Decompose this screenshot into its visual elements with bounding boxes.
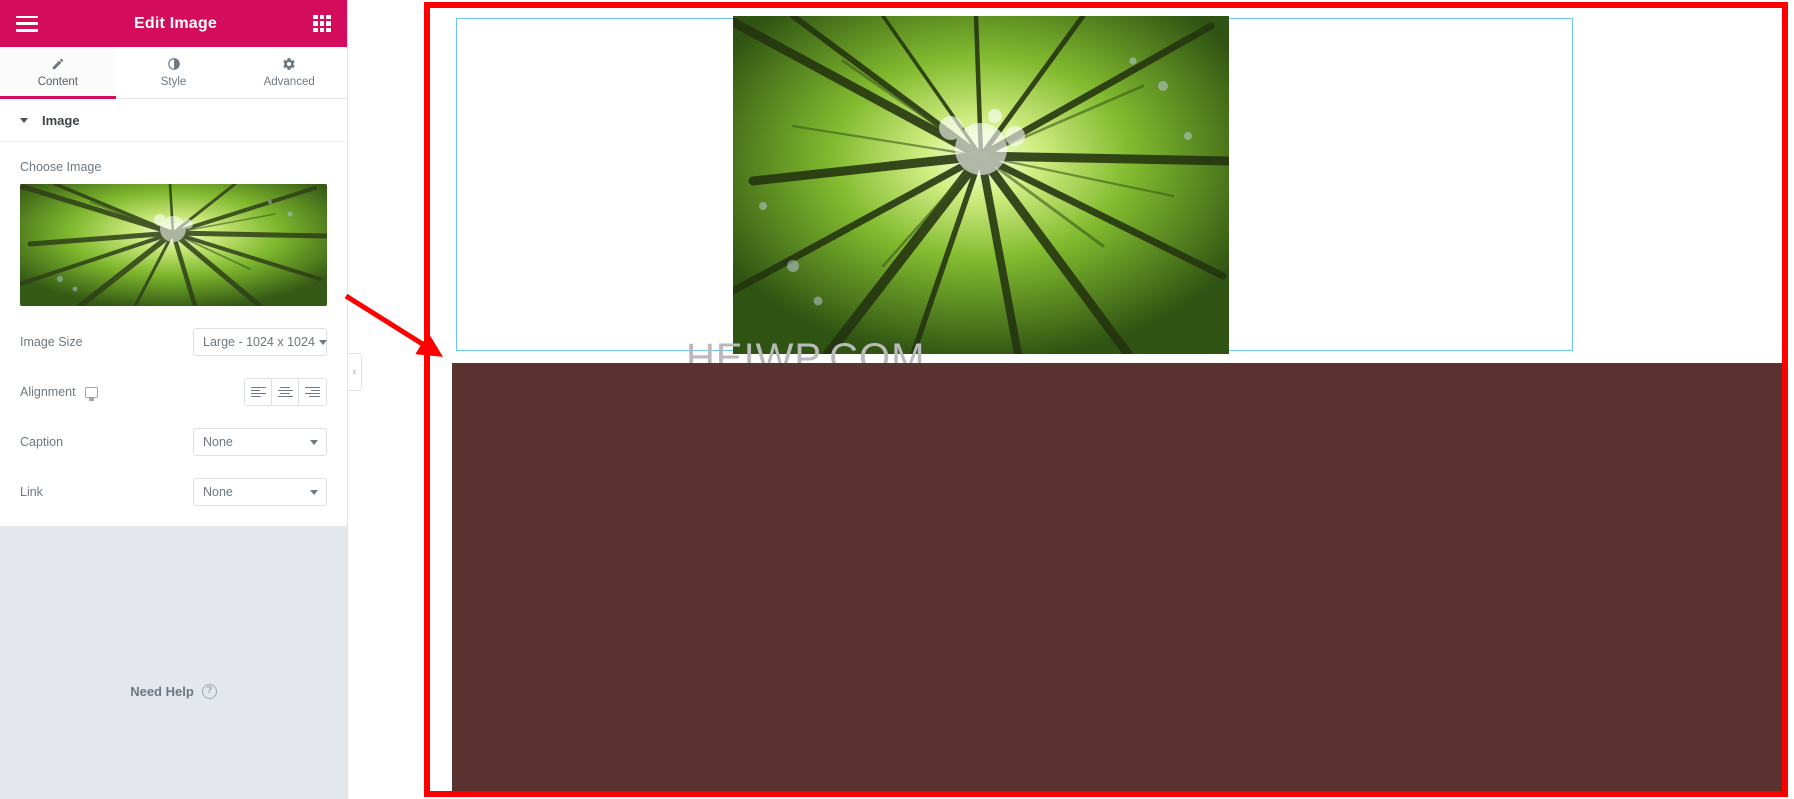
- align-center-button[interactable]: [272, 379, 299, 405]
- caption-label: Caption: [20, 435, 64, 449]
- hamburger-icon[interactable]: [16, 15, 38, 32]
- image-size-label: Image Size: [20, 335, 83, 349]
- tab-content[interactable]: Content: [0, 47, 116, 99]
- question-circle-icon: ?: [201, 683, 217, 699]
- row-alignment: Alignment: [20, 378, 327, 406]
- section-header-image[interactable]: Image: [0, 99, 347, 142]
- canvas-gutter: [349, 0, 425, 799]
- forest-canopy-canvas-image: [733, 16, 1229, 354]
- contrast-icon: [167, 57, 181, 71]
- tab-advanced-label: Advanced: [263, 76, 315, 88]
- panel-tabs: Content Style Advanced: [0, 47, 348, 99]
- grid-apps-icon[interactable]: [313, 14, 331, 33]
- desktop-monitor-icon[interactable]: [84, 386, 98, 401]
- caret-down-icon: [20, 117, 28, 123]
- caption-value: None: [203, 435, 233, 449]
- link-select[interactable]: None: [193, 478, 327, 506]
- section-title: Image: [42, 112, 80, 128]
- tab-style-label: Style: [160, 76, 187, 88]
- gear-icon: [282, 57, 296, 71]
- preview-canvas: HEIWP.COM: [430, 8, 1782, 791]
- align-left-icon: [250, 386, 266, 398]
- need-help-button[interactable]: Need Help ?: [130, 583, 217, 799]
- align-right-button[interactable]: [299, 379, 326, 405]
- caption-select[interactable]: None: [193, 428, 327, 456]
- chevron-down-icon: [310, 439, 318, 445]
- page-title: Edit Image: [134, 14, 217, 32]
- panel-controls: Choose Image Image Size Large - 1024 x 1…: [0, 142, 347, 527]
- row-image-size: Image Size Large - 1024 x 1024: [20, 328, 327, 356]
- tab-content-label: Content: [37, 76, 78, 88]
- align-left-button[interactable]: [245, 379, 272, 405]
- image-thumbnail[interactable]: [20, 184, 327, 306]
- link-label: Link: [20, 485, 43, 499]
- panel-header: Edit Image: [0, 0, 347, 47]
- link-value: None: [203, 485, 233, 499]
- alignment-button-group: [244, 378, 327, 406]
- align-right-icon: [305, 386, 320, 398]
- chevron-down-icon: [318, 339, 327, 345]
- row-link: Link None: [20, 478, 327, 506]
- alignment-label-group: Alignment: [20, 385, 98, 401]
- panel-collapse-handle[interactable]: ‹: [348, 353, 362, 391]
- tab-style[interactable]: Style: [115, 47, 232, 98]
- pencil-icon: [51, 57, 65, 71]
- canvas-content-block[interactable]: [452, 363, 1782, 791]
- chevron-down-icon: [310, 489, 318, 495]
- image-size-value: Large - 1024 x 1024: [203, 335, 315, 349]
- align-center-icon: [277, 386, 293, 398]
- panel-footer-area: Need Help ?: [0, 527, 347, 799]
- elementor-panel: Edit Image Content Style Advanced Image …: [0, 0, 348, 799]
- editor-root: Edit Image Content Style Advanced Image …: [0, 0, 1794, 799]
- need-help-label: Need Help: [130, 683, 194, 699]
- row-caption: Caption None: [20, 428, 327, 456]
- annotation-rectangle: HEIWP.COM: [424, 2, 1788, 797]
- canvas-image-widget[interactable]: [733, 16, 1229, 354]
- choose-image-label: Choose Image: [20, 160, 102, 174]
- image-size-select[interactable]: Large - 1024 x 1024: [193, 328, 327, 356]
- alignment-label: Alignment: [20, 385, 76, 399]
- forest-canopy-thumb-image: [20, 184, 327, 306]
- tab-advanced[interactable]: Advanced: [231, 47, 348, 98]
